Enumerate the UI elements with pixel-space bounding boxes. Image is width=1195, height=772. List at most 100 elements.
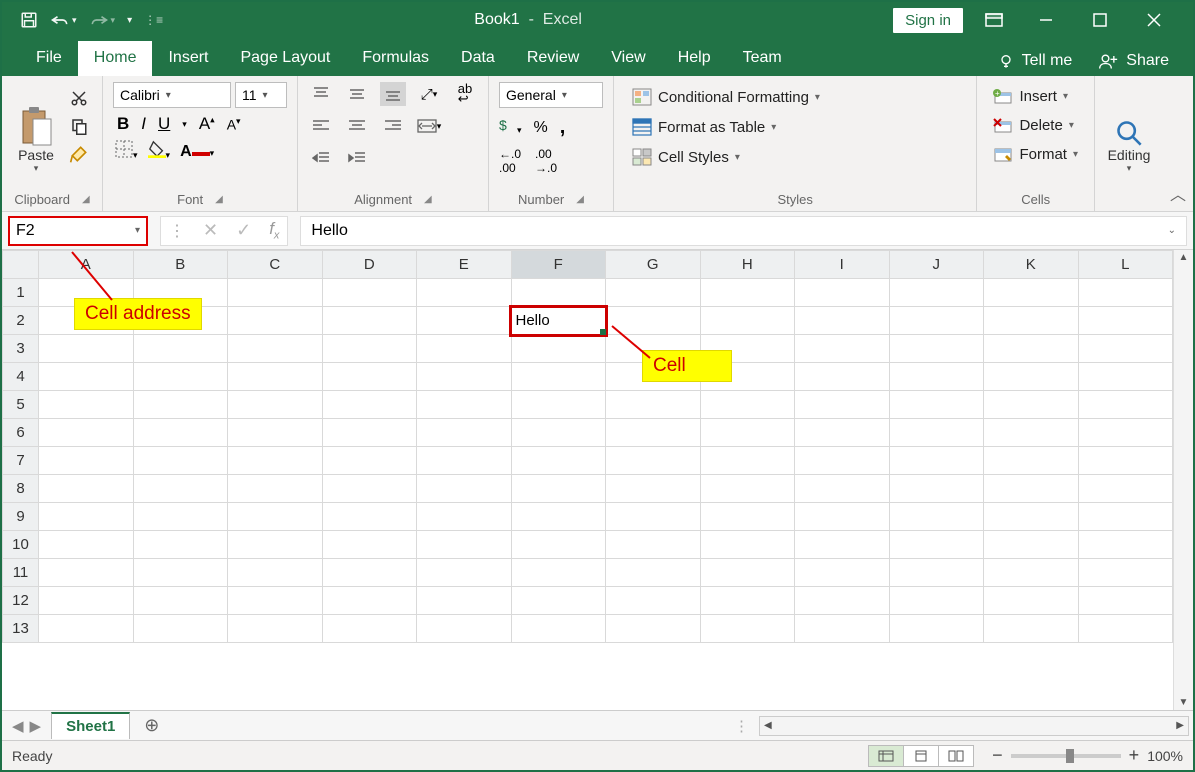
- cell-I2[interactable]: [795, 307, 890, 335]
- cell-G1[interactable]: [606, 279, 701, 307]
- cell-F3[interactable]: [511, 335, 606, 363]
- row-header-12[interactable]: 12: [3, 587, 39, 615]
- cell-G7[interactable]: [606, 447, 701, 475]
- conditional-formatting-button[interactable]: Conditional Formatting▾: [630, 86, 822, 108]
- cell-J5[interactable]: [889, 391, 984, 419]
- cell-G10[interactable]: [606, 531, 701, 559]
- cell-I6[interactable]: [795, 419, 890, 447]
- col-header-L[interactable]: L: [1078, 251, 1173, 279]
- cell-A5[interactable]: [39, 391, 134, 419]
- cell-C13[interactable]: [228, 615, 323, 643]
- dialog-launcher-icon[interactable]: ◢: [576, 194, 584, 205]
- cell-B3[interactable]: [133, 335, 228, 363]
- cell-H8[interactable]: [700, 475, 795, 503]
- ribbon-display-options-icon[interactable]: [985, 13, 1013, 27]
- horizontal-scrollbar[interactable]: ◀ ▶: [759, 716, 1189, 736]
- insert-function-icon[interactable]: fx: [269, 219, 279, 241]
- cell-G2[interactable]: [606, 307, 701, 335]
- cell-D3[interactable]: [322, 335, 417, 363]
- cell-B11[interactable]: [133, 559, 228, 587]
- cell-L13[interactable]: [1078, 615, 1173, 643]
- tab-team[interactable]: Team: [727, 41, 798, 76]
- italic-icon[interactable]: I: [141, 114, 146, 134]
- cell-D4[interactable]: [322, 363, 417, 391]
- minimize-icon[interactable]: [1039, 13, 1067, 27]
- cell-J3[interactable]: [889, 335, 984, 363]
- cell-I12[interactable]: [795, 587, 890, 615]
- cell-L6[interactable]: [1078, 419, 1173, 447]
- cell-K10[interactable]: [984, 531, 1079, 559]
- cell-K12[interactable]: [984, 587, 1079, 615]
- decrease-decimal-icon[interactable]: .00→.0: [535, 147, 557, 175]
- cell-D2[interactable]: [322, 307, 417, 335]
- cell-J4[interactable]: [889, 363, 984, 391]
- cell-I3[interactable]: [795, 335, 890, 363]
- maximize-icon[interactable]: [1093, 13, 1121, 27]
- qat-overflow-icon[interactable]: ⋮≡: [144, 13, 163, 27]
- cell-E13[interactable]: [417, 615, 512, 643]
- cell-J13[interactable]: [889, 615, 984, 643]
- cell-H10[interactable]: [700, 531, 795, 559]
- tab-view[interactable]: View: [595, 41, 661, 76]
- cell-H13[interactable]: [700, 615, 795, 643]
- cell-I4[interactable]: [795, 363, 890, 391]
- decrease-indent-icon[interactable]: [308, 146, 334, 170]
- cell-D5[interactable]: [322, 391, 417, 419]
- cell-D10[interactable]: [322, 531, 417, 559]
- row-header-2[interactable]: 2: [3, 307, 39, 335]
- orientation-icon[interactable]: ⤢▾: [416, 82, 442, 106]
- functions-dropdown-icon[interactable]: ⋮: [169, 221, 185, 241]
- comma-style-icon[interactable]: ,: [560, 116, 566, 139]
- qat-customize-icon[interactable]: ▾: [127, 15, 132, 26]
- cell-L11[interactable]: [1078, 559, 1173, 587]
- row-header-4[interactable]: 4: [3, 363, 39, 391]
- zoom-in-icon[interactable]: +: [1129, 745, 1140, 766]
- cell-I8[interactable]: [795, 475, 890, 503]
- format-as-table-button[interactable]: Format as Table▾: [630, 116, 822, 138]
- cell-E3[interactable]: [417, 335, 512, 363]
- align-middle-icon[interactable]: [344, 82, 370, 106]
- cell-D11[interactable]: [322, 559, 417, 587]
- cell-K4[interactable]: [984, 363, 1079, 391]
- cell-E11[interactable]: [417, 559, 512, 587]
- cell-A6[interactable]: [39, 419, 134, 447]
- cell-F6[interactable]: [511, 419, 606, 447]
- cell-B6[interactable]: [133, 419, 228, 447]
- bold-icon[interactable]: B: [117, 114, 129, 134]
- cell-L7[interactable]: [1078, 447, 1173, 475]
- sheet-nav-prev-icon[interactable]: ◀: [12, 717, 24, 735]
- zoom-out-icon[interactable]: −: [992, 745, 1003, 766]
- cell-E9[interactable]: [417, 503, 512, 531]
- cell-C4[interactable]: [228, 363, 323, 391]
- cell-C7[interactable]: [228, 447, 323, 475]
- tab-data[interactable]: Data: [445, 41, 511, 76]
- cell-C8[interactable]: [228, 475, 323, 503]
- select-all-corner[interactable]: [3, 251, 39, 279]
- cell-K3[interactable]: [984, 335, 1079, 363]
- close-icon[interactable]: [1147, 13, 1175, 27]
- page-break-view-icon[interactable]: [938, 745, 974, 767]
- cell-F5[interactable]: [511, 391, 606, 419]
- cell-E2[interactable]: [417, 307, 512, 335]
- cell-K8[interactable]: [984, 475, 1079, 503]
- cell-C2[interactable]: [228, 307, 323, 335]
- cell-B8[interactable]: [133, 475, 228, 503]
- cell-H1[interactable]: [700, 279, 795, 307]
- cell-C11[interactable]: [228, 559, 323, 587]
- copy-icon[interactable]: [66, 114, 92, 138]
- tell-me-button[interactable]: Tell me: [990, 46, 1081, 76]
- row-header-11[interactable]: 11: [3, 559, 39, 587]
- cell-H12[interactable]: [700, 587, 795, 615]
- fill-color-icon[interactable]: ▾: [148, 140, 171, 163]
- cell-J9[interactable]: [889, 503, 984, 531]
- cell-I10[interactable]: [795, 531, 890, 559]
- accounting-format-icon[interactable]: $▾: [499, 117, 522, 138]
- align-bottom-icon[interactable]: [380, 82, 406, 106]
- undo-icon[interactable]: ▾: [50, 12, 77, 28]
- format-painter-icon[interactable]: [66, 142, 92, 166]
- cell-C5[interactable]: [228, 391, 323, 419]
- tab-insert[interactable]: Insert: [152, 41, 224, 76]
- cell-J12[interactable]: [889, 587, 984, 615]
- align-left-icon[interactable]: [308, 114, 334, 138]
- cell-K6[interactable]: [984, 419, 1079, 447]
